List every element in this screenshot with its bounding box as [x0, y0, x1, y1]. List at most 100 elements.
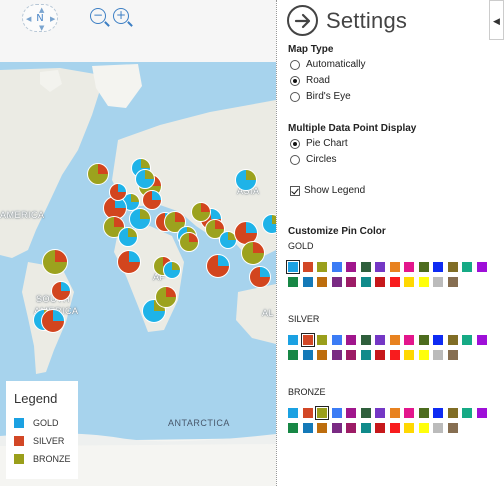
color-swatch[interactable] [375, 423, 385, 433]
pan-left-icon[interactable]: ◀ [26, 5, 31, 33]
color-swatch[interactable] [375, 408, 385, 418]
color-swatch[interactable] [286, 260, 300, 274]
color-swatch[interactable] [389, 262, 400, 272]
color-swatch[interactable] [418, 423, 429, 433]
map-pin[interactable] [191, 202, 211, 222]
map-pin[interactable] [142, 190, 162, 210]
color-swatch[interactable] [433, 350, 443, 360]
color-swatch[interactable] [476, 408, 487, 418]
map-pin[interactable] [155, 286, 177, 308]
color-swatch[interactable] [317, 277, 327, 287]
map-navigation-control[interactable]: ▲ ▼ ◀ ▶ N [22, 4, 58, 32]
caret-left-icon[interactable]: ◀ [489, 0, 504, 40]
color-swatch[interactable] [302, 277, 313, 287]
color-swatch[interactable] [476, 262, 487, 272]
map-pin[interactable] [118, 227, 138, 247]
color-swatch[interactable] [462, 408, 472, 418]
map-pin[interactable] [179, 232, 199, 252]
color-swatch[interactable] [462, 335, 472, 345]
map-pin[interactable] [206, 254, 230, 278]
color-swatch[interactable] [346, 350, 356, 360]
color-swatch[interactable] [360, 277, 371, 287]
color-swatch[interactable] [389, 408, 400, 418]
color-swatch[interactable] [404, 350, 414, 360]
map-type-option-birds-eye[interactable]: Bird's Eye [290, 91, 351, 102]
color-swatch[interactable] [302, 423, 313, 433]
zoom-out-icon[interactable]: − [90, 8, 106, 24]
color-swatch[interactable] [404, 262, 414, 272]
map-pin[interactable] [51, 281, 71, 301]
color-swatch[interactable] [375, 277, 385, 287]
color-swatch[interactable] [418, 277, 429, 287]
map-type-option-automatically[interactable]: Automatically [290, 59, 365, 70]
color-swatch[interactable] [331, 350, 342, 360]
color-swatch[interactable] [288, 350, 298, 360]
color-swatch[interactable] [433, 423, 443, 433]
color-swatch[interactable] [360, 408, 371, 418]
color-swatch[interactable] [447, 262, 458, 272]
radio-circles[interactable] [290, 154, 300, 165]
color-swatch[interactable] [346, 423, 356, 433]
color-swatch[interactable] [447, 423, 458, 433]
color-swatch[interactable] [433, 262, 443, 272]
color-swatch[interactable] [389, 277, 400, 287]
color-swatch[interactable] [418, 335, 429, 345]
color-swatch[interactable] [331, 408, 342, 418]
color-swatch[interactable] [317, 423, 327, 433]
color-swatch[interactable] [346, 277, 356, 287]
color-swatch[interactable] [375, 262, 385, 272]
color-swatch[interactable] [360, 350, 371, 360]
map-pin[interactable] [42, 249, 68, 275]
color-swatch[interactable] [317, 335, 327, 345]
color-swatch[interactable] [315, 406, 329, 420]
color-swatch[interactable] [288, 277, 298, 287]
color-swatch[interactable] [331, 277, 342, 287]
map-pin[interactable] [87, 163, 109, 185]
color-swatch[interactable] [288, 335, 298, 345]
color-swatch[interactable] [346, 262, 356, 272]
color-swatch[interactable] [360, 262, 371, 272]
display-option-circles[interactable]: Circles [290, 154, 337, 165]
color-swatch[interactable] [447, 350, 458, 360]
color-swatch[interactable] [418, 262, 429, 272]
color-swatch[interactable] [302, 408, 313, 418]
color-swatch[interactable] [331, 423, 342, 433]
map-pin[interactable] [262, 214, 276, 234]
map-view[interactable]: ▲ ▼ ◀ ▶ N − + ASIA AMERICA SOUTH AMERICA… [0, 0, 276, 486]
color-swatch[interactable] [462, 262, 472, 272]
show-legend-option[interactable]: Show Legend [290, 185, 365, 196]
color-swatch[interactable] [346, 335, 356, 345]
color-swatch[interactable] [447, 335, 458, 345]
color-swatch[interactable] [317, 262, 327, 272]
color-swatch[interactable] [404, 408, 414, 418]
zoom-in-icon[interactable]: + [113, 8, 129, 24]
map-pin[interactable] [117, 250, 141, 274]
map-type-option-road[interactable]: Road [290, 75, 330, 86]
color-swatch[interactable] [404, 277, 414, 287]
color-swatch[interactable] [375, 350, 385, 360]
color-swatch[interactable] [447, 408, 458, 418]
color-swatch[interactable] [404, 423, 414, 433]
pan-right-icon[interactable]: ▶ [50, 5, 55, 33]
color-swatch[interactable] [404, 335, 414, 345]
color-swatch[interactable] [375, 335, 385, 345]
color-swatch[interactable] [331, 262, 342, 272]
color-swatch[interactable] [389, 335, 400, 345]
map-pin[interactable] [249, 266, 271, 288]
color-swatch[interactable] [433, 277, 443, 287]
color-swatch[interactable] [317, 350, 327, 360]
color-swatch[interactable] [302, 262, 313, 272]
color-swatch[interactable] [360, 423, 371, 433]
radio-road[interactable] [290, 75, 300, 86]
map-pin[interactable] [129, 208, 151, 230]
radio-pie-chart[interactable] [290, 138, 300, 149]
color-swatch[interactable] [288, 423, 298, 433]
color-swatch[interactable] [433, 408, 443, 418]
color-swatch[interactable] [389, 350, 400, 360]
color-swatch[interactable] [302, 350, 313, 360]
radio-automatically[interactable] [290, 59, 300, 70]
color-swatch[interactable] [346, 408, 356, 418]
show-legend-checkbox[interactable] [290, 185, 300, 196]
map-pin[interactable] [241, 241, 265, 265]
pan-down-icon[interactable]: ▼ [39, 14, 44, 42]
